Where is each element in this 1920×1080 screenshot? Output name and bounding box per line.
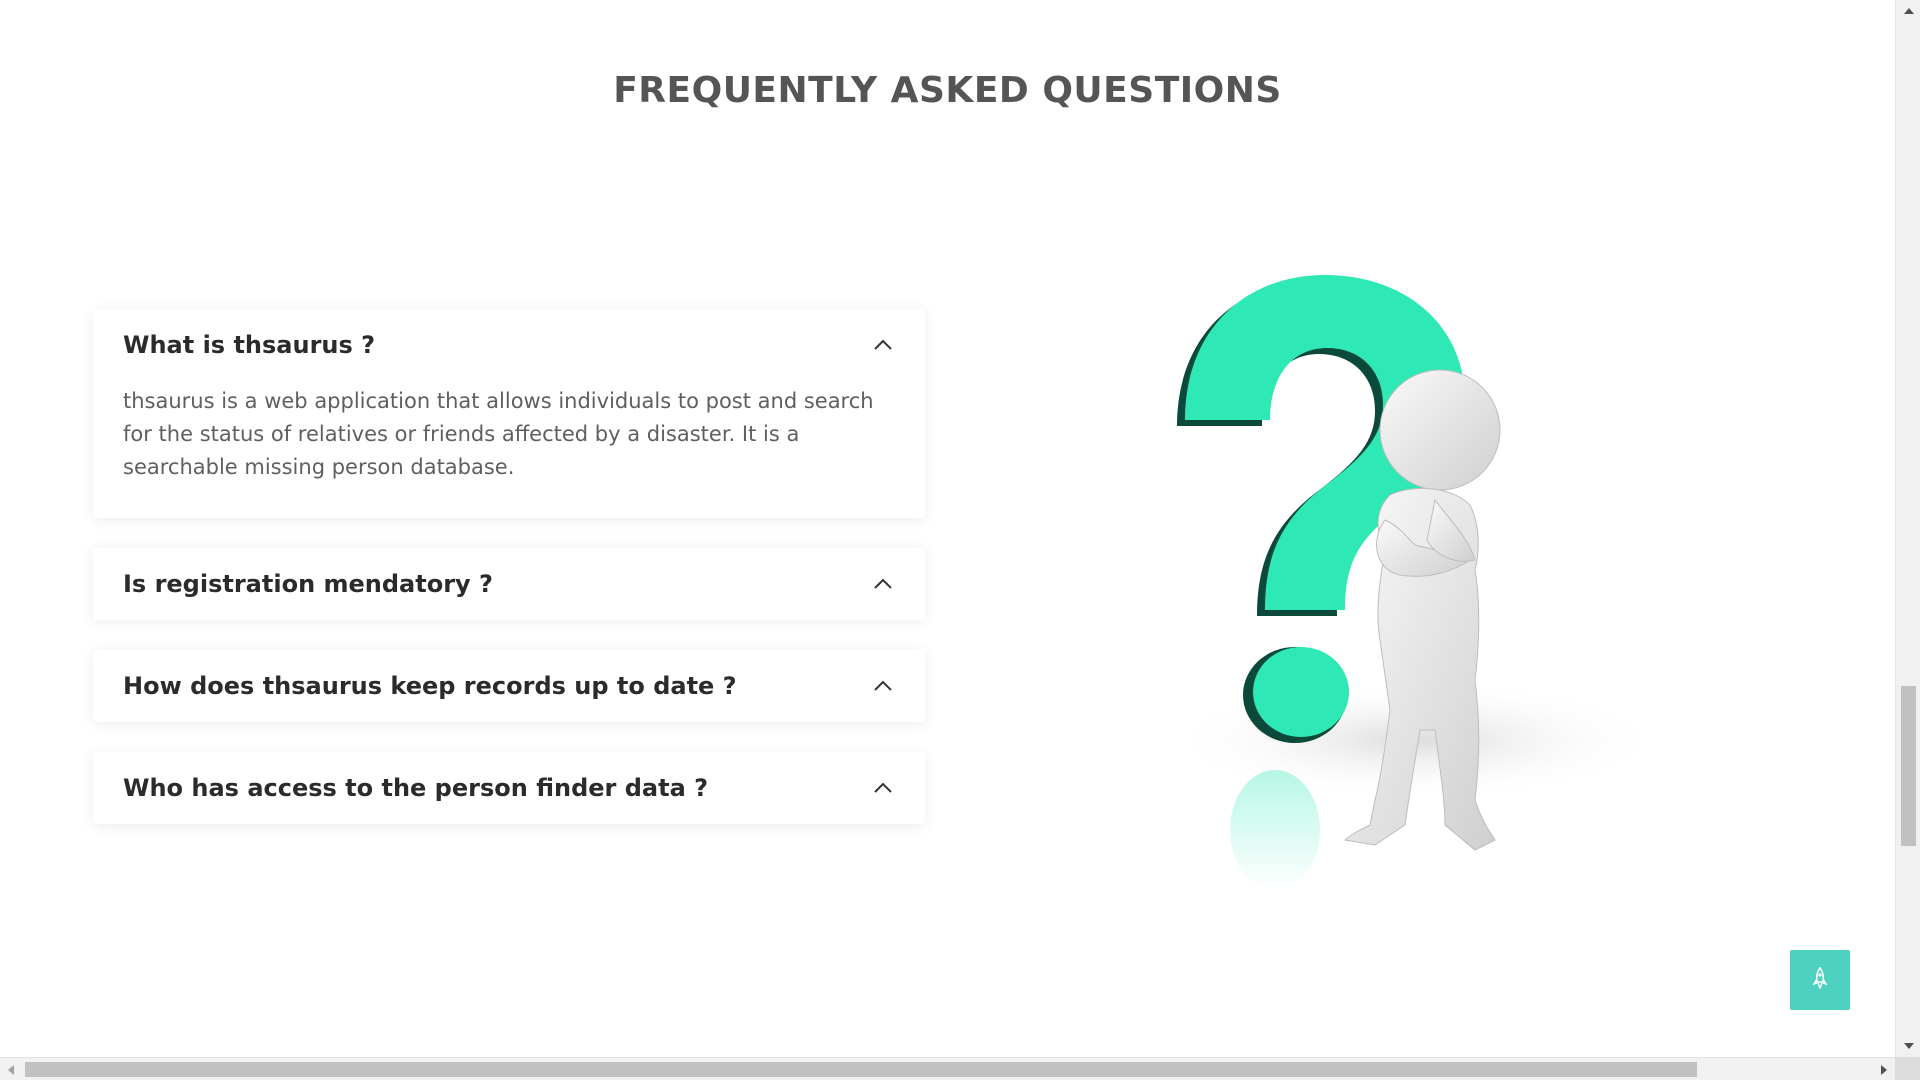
faq-question: What is thsaurus ? — [123, 331, 376, 359]
faq-question-header[interactable]: How does thsaurus keep records up to dat… — [93, 650, 925, 722]
faq-item: How does thsaurus keep records up to dat… — [93, 650, 925, 722]
scroll-right-arrow-icon[interactable] — [1873, 1058, 1895, 1080]
faq-item: What is thsaurus ? thsaurus is a web app… — [93, 309, 925, 518]
faq-item: Who has access to the person finder data… — [93, 752, 925, 824]
faq-list: What is thsaurus ? thsaurus is a web app… — [93, 309, 925, 854]
faq-answer: thsaurus is a web application that allow… — [123, 389, 874, 479]
chevron-up-icon[interactable] — [871, 674, 895, 698]
faq-item: Is registration mendatory ? — [93, 548, 925, 620]
scroll-down-arrow-icon[interactable] — [1896, 1035, 1920, 1057]
horizontal-scrollbar-thumb[interactable] — [25, 1062, 1697, 1077]
faq-question: How does thsaurus keep records up to dat… — [123, 672, 737, 700]
faq-question-header[interactable]: What is thsaurus ? — [93, 309, 925, 381]
faq-question: Who has access to the person finder data… — [123, 774, 709, 802]
vertical-scrollbar[interactable] — [1895, 0, 1920, 1057]
chevron-up-icon[interactable] — [871, 572, 895, 596]
faq-question-header[interactable]: Is registration mendatory ? — [93, 548, 925, 620]
faq-question-header[interactable]: Who has access to the person finder data… — [93, 752, 925, 824]
scrollbar-corner — [1895, 1057, 1920, 1080]
page-title: FREQUENTLY ASKED QUESTIONS — [613, 70, 1282, 111]
page: FREQUENTLY ASKED QUESTIONS What is thsau… — [0, 0, 1895, 1057]
chevron-up-icon[interactable] — [871, 776, 895, 800]
chevron-up-icon[interactable] — [871, 333, 895, 357]
scroll-up-arrow-icon[interactable] — [1896, 0, 1920, 22]
question-mark-figure-illustration — [1135, 270, 1665, 910]
horizontal-scrollbar[interactable] — [0, 1057, 1895, 1080]
rocket-icon — [1811, 966, 1829, 993]
vertical-scrollbar-thumb[interactable] — [1901, 686, 1916, 846]
scroll-left-arrow-icon[interactable] — [0, 1058, 22, 1080]
scroll-to-top-button[interactable] — [1790, 950, 1850, 1010]
faq-question: Is registration mendatory ? — [123, 570, 493, 598]
